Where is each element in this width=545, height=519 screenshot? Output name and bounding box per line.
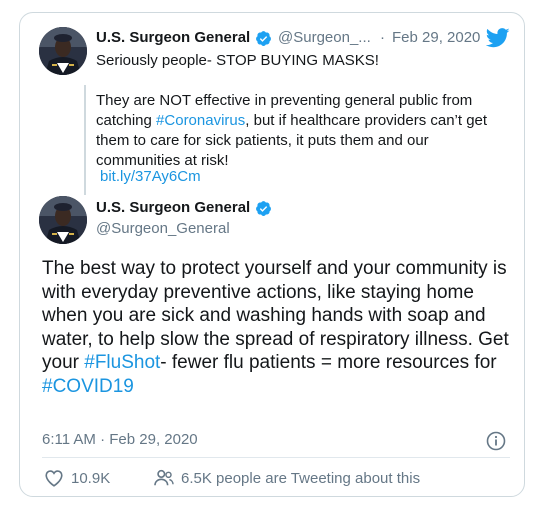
verified-badge-icon xyxy=(256,31,271,46)
date-separator: · xyxy=(380,29,385,46)
main-body-text-2: - fewer flu patients = more resources fo… xyxy=(160,352,497,373)
main-author-name[interactable]: U.S. Surgeon General xyxy=(96,199,250,216)
quoted-author-name[interactable]: U.S. Surgeon General xyxy=(96,29,250,46)
hashtag-coronavirus[interactable]: #Coronavirus xyxy=(156,112,245,129)
quoted-link[interactable]: bit.ly/37Ay6Cm xyxy=(100,167,201,187)
tweet-timestamp[interactable]: 6:11 AM · Feb 29, 2020 xyxy=(42,431,198,448)
thread-connector-line xyxy=(84,85,86,195)
hashtag-covid19[interactable]: #COVID19 xyxy=(42,376,134,397)
verified-badge-icon xyxy=(256,201,271,216)
main-avatar[interactable] xyxy=(39,196,87,244)
quoted-author-handle[interactable]: @Surgeon_... xyxy=(278,29,371,46)
quoted-line1: Seriously people- STOP BUYING MASKS! xyxy=(96,52,379,69)
like-count[interactable]: 10.9K xyxy=(71,470,110,487)
quoted-date[interactable]: Feb 29, 2020 xyxy=(392,29,480,46)
hashtag-flushot[interactable]: #FluShot xyxy=(84,352,160,373)
embedded-tweet-card: U.S. Surgeon General @Surgeon_... · Feb … xyxy=(19,12,525,497)
quoted-avatar[interactable] xyxy=(39,27,87,75)
twitter-bird-icon[interactable] xyxy=(486,28,510,48)
main-tweet-body: The best way to protect yourself and you… xyxy=(42,257,512,398)
main-author-handle[interactable]: @Surgeon_General xyxy=(96,220,230,237)
heart-icon[interactable] xyxy=(44,469,64,487)
quoted-body: They are NOT effective in preventing gen… xyxy=(96,91,516,171)
info-icon[interactable] xyxy=(486,431,506,451)
divider xyxy=(42,457,510,458)
retweet-summary[interactable]: 6.5K people are Tweeting about this xyxy=(181,470,420,487)
people-icon[interactable] xyxy=(153,469,175,487)
